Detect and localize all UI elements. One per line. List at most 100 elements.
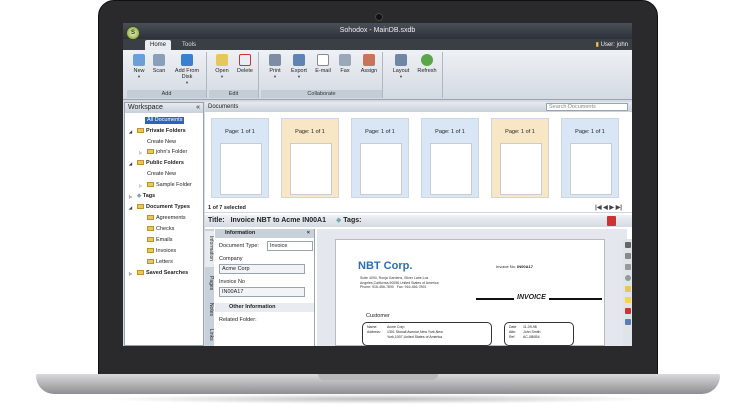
sidebar-item-johns-folder[interactable]: ▷ john's Folder: [139, 149, 187, 156]
expand-icon[interactable]: ▷: [129, 270, 132, 277]
sidebar-item-public-folders[interactable]: ◢ Public Folders: [129, 160, 184, 167]
fax-button[interactable]: Fax: [335, 54, 355, 74]
laptop-notch: [318, 374, 438, 380]
ellipse-tool-icon[interactable]: [624, 275, 631, 281]
other-information-header[interactable]: Other Information: [215, 303, 314, 312]
document-thumbnail[interactable]: Page: 1 of 1: [211, 118, 269, 198]
highlight-tool-icon[interactable]: [624, 286, 631, 292]
invoice-no-label: Invoice No: [219, 279, 245, 285]
expand-icon[interactable]: ▷: [139, 182, 142, 189]
invoice-heading: INVOICE: [514, 294, 549, 301]
company-heading: NBT Corp.: [358, 260, 413, 272]
scan-button[interactable]: Scan: [149, 54, 169, 74]
doc-type-icon: [147, 215, 154, 221]
invoice-number: Invoice No. IN00A17: [496, 264, 533, 269]
open-button[interactable]: Open ▼: [212, 54, 232, 80]
customer-box: Name: Acme Corp Address: 1301 Stonall Aven…: [362, 322, 492, 346]
sidebar-item-tags[interactable]: ▷ ◆ Tags: [129, 193, 155, 200]
layout-icon: [395, 54, 407, 66]
fax-icon: [339, 54, 351, 66]
ribbon-group-collaborate: Print ▼ Export ▼ E-mail Fax Assign Collabo…: [261, 52, 383, 98]
rectangle-tool-icon[interactable]: [624, 264, 631, 270]
customer-label: Customer: [366, 313, 390, 319]
company-field[interactable]: Acme Corp: [219, 264, 305, 274]
text-tool-icon[interactable]: [624, 319, 631, 325]
ribbon-group-view: Layout ▼ Refresh: [385, 52, 443, 98]
expand-icon[interactable]: ▷: [139, 149, 142, 156]
document-type-label: Document Type:: [219, 243, 259, 249]
line-tool-icon[interactable]: [624, 242, 631, 248]
invoice-page: NBT Corp. Suite 4094, Ronja Gardens, Sil…: [335, 239, 605, 346]
search-input[interactable]: Search Documents: [546, 103, 628, 111]
sidebar-item-saved-searches[interactable]: ▷ Saved Searches: [129, 270, 188, 277]
user-label[interactable]: ▮ User: john: [596, 40, 628, 50]
print-button[interactable]: Print ▼: [265, 54, 285, 80]
document-thumbnail[interactable]: Page: 1 of 1: [491, 118, 549, 198]
document-thumbnail[interactable]: Page: 1 of 1: [351, 118, 409, 198]
document-thumbnail[interactable]: Page: 1 of 1: [421, 118, 479, 198]
sidebar-item-emails[interactable]: Emails: [147, 237, 173, 244]
close-icon[interactable]: ×: [307, 229, 310, 238]
expand-icon[interactable]: ◢: [129, 160, 132, 167]
document-type-select[interactable]: Invoice: [267, 241, 313, 251]
tab-links[interactable]: Links: [205, 325, 214, 345]
document-thumbnail[interactable]: Page: 1 of 1: [281, 118, 339, 198]
new-document-icon: [133, 54, 145, 66]
sidebar-item-all-documents[interactable]: All Documents: [145, 117, 185, 124]
assign-button[interactable]: Assign: [357, 54, 381, 74]
tags-label[interactable]: Tags:: [343, 217, 361, 224]
new-button[interactable]: New ▼: [129, 54, 149, 80]
tag-icon: ◆: [335, 217, 342, 224]
company-label: Company: [219, 256, 243, 262]
app-window: S Sohodox - MainDB.sxdb Home Tools ▮ Use…: [123, 23, 632, 346]
pager-icons[interactable]: |◀ ◀ ▶ ▶|: [595, 203, 622, 213]
information-panel: Information × Document Type: Invoice Comp…: [215, 229, 315, 346]
sidebar-item-sample-folder[interactable]: ▷ Sample Folder: [139, 182, 192, 189]
export-button[interactable]: Export ▼: [289, 54, 309, 80]
expand-icon[interactable]: ▷: [129, 193, 132, 200]
sidebar-item-checks[interactable]: Checks: [147, 226, 174, 233]
sidebar-item-letters[interactable]: Letters: [147, 259, 173, 266]
invoice-no-field[interactable]: IN00A17: [219, 287, 305, 297]
printer-icon: [269, 54, 281, 66]
webcam: [375, 13, 383, 21]
layout-button[interactable]: Layout ▼: [389, 54, 413, 80]
arrow-tool-icon[interactable]: [624, 253, 631, 259]
tab-information[interactable]: Information: [205, 231, 214, 267]
tab-pages[interactable]: Pages: [205, 271, 214, 295]
email-button[interactable]: E-mail: [313, 54, 333, 74]
document-thumbnail[interactable]: Page: 1 of 1: [561, 118, 619, 198]
thumb-page-label: Page: 1 of 1: [575, 129, 605, 135]
expand-icon[interactable]: ◢: [129, 128, 132, 135]
page-preview: [220, 143, 262, 195]
documents-title: Documents: [208, 104, 239, 110]
add-icon: [181, 54, 193, 66]
pdf-icon[interactable]: [607, 216, 616, 226]
tab-notes[interactable]: Notes: [205, 299, 214, 321]
create-new-link[interactable]: Create New: [147, 171, 176, 178]
doc-type-icon: [147, 248, 154, 254]
app-menu-icon[interactable]: S: [126, 26, 140, 40]
sidebar-item-document-types[interactable]: ◢ Document Types: [129, 204, 190, 211]
collapse-icon[interactable]: «: [196, 103, 200, 113]
expand-icon[interactable]: ◢: [129, 204, 132, 211]
page-preview: [500, 143, 542, 195]
add-from-disk-button[interactable]: Add From Disk ▼: [171, 54, 203, 86]
sticky-note-icon[interactable]: [624, 297, 631, 303]
tab-home[interactable]: Home: [145, 40, 172, 50]
sidebar-item-private-folders[interactable]: ◢ Private Folders: [129, 128, 186, 135]
thumb-page-label: Page: 1 of 1: [225, 129, 255, 135]
document-title-bar: Title: Invoice NBT to Acme IN00A1 ◆ Tags…: [205, 215, 632, 227]
title-value[interactable]: Invoice NBT to Acme IN00A1: [231, 217, 326, 224]
sidebar-item-invoices[interactable]: Invoices: [147, 248, 176, 255]
stamp-tool-icon[interactable]: [624, 308, 631, 314]
sidebar-item-agreements[interactable]: Agreements: [147, 215, 186, 222]
company-address: Suite 4094, Ronja Gardens, Silver Lane,L…: [360, 276, 439, 289]
refresh-button[interactable]: Refresh: [415, 54, 439, 74]
create-new-link[interactable]: Create New: [147, 139, 176, 146]
tab-tools[interactable]: Tools: [177, 40, 201, 50]
ribbon-group-label: Collaborate: [261, 90, 382, 98]
export-icon: [293, 54, 305, 66]
folder-icon: [147, 182, 154, 188]
delete-button[interactable]: Delete: [235, 54, 255, 74]
